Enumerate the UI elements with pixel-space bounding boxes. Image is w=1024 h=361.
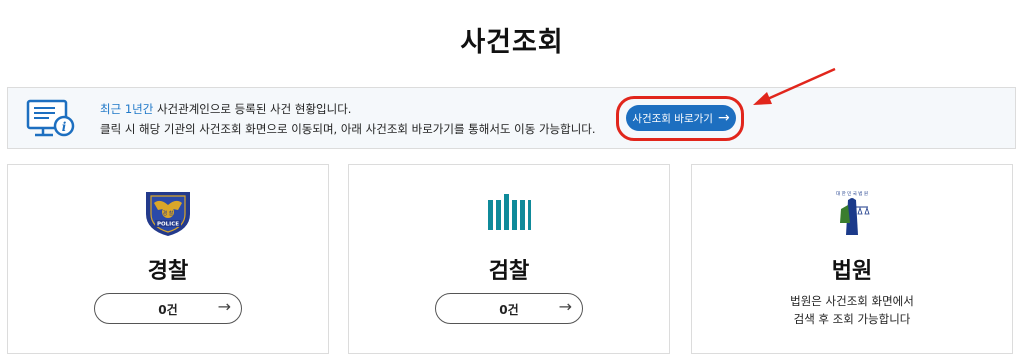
shortcut-label: 사건조회 바로가기 bbox=[632, 112, 713, 125]
police-emblem-icon: 경 찰 POLICE bbox=[146, 192, 190, 236]
svg-text:대 한 민 국 법 원: 대 한 민 국 법 원 bbox=[836, 190, 868, 197]
court-emblem-icon: 대 한 민 국 법 원 bbox=[836, 190, 870, 235]
prosecution-emblem-icon bbox=[488, 194, 531, 230]
info-text-line2: 클릭 시 해당 기관의 사건조회 화면으로 이동되며, 아래 사건조회 바로가기… bbox=[100, 122, 596, 136]
court-desc-line2: 검색 후 조회 가능합니다 bbox=[793, 312, 911, 326]
arrow-right-icon: → bbox=[558, 297, 572, 316]
svg-text:경 찰: 경 찰 bbox=[163, 210, 174, 217]
svg-text:POLICE: POLICE bbox=[157, 222, 179, 228]
court-card: 대 한 민 국 법 원 법원 법원은 사건조회 화면에서 검색 후 조회 가능합… bbox=[691, 164, 1013, 354]
page-title: 사건조회 bbox=[460, 27, 564, 58]
svg-text:i: i bbox=[62, 120, 67, 134]
arrow-right-icon: → bbox=[717, 110, 730, 126]
court-desc-line1: 법원은 사건조회 화면에서 bbox=[790, 294, 914, 308]
monitor-info-icon: i bbox=[26, 99, 75, 137]
arrow-right-icon: → bbox=[217, 297, 231, 316]
prosecution-card[interactable]: 검찰 0건 → bbox=[348, 164, 670, 354]
prosecution-count-button[interactable]: 0건 → bbox=[435, 293, 583, 324]
case-shortcut-button[interactable]: 사건조회 바로가기 → bbox=[626, 105, 736, 131]
info-text-line1: 최근 1년간 사건관계인으로 등록된 사건 현황입니다. bbox=[100, 101, 351, 117]
card-title: 법원 bbox=[831, 259, 873, 284]
card-title: 경찰 bbox=[147, 259, 189, 284]
police-card[interactable]: 경 찰 POLICE 경찰 0건 → bbox=[7, 164, 329, 354]
police-count-button[interactable]: 0건 → bbox=[94, 293, 242, 324]
info-text-rest: 사건관계인으로 등록된 사건 현황입니다. bbox=[153, 102, 352, 116]
info-banner: i 최근 1년간 사건관계인으로 등록된 사건 현황입니다. 클릭 시 해당 기… bbox=[7, 87, 1016, 149]
card-title: 검찰 bbox=[488, 259, 530, 284]
info-highlight: 최근 1년간 bbox=[100, 102, 154, 116]
court-description: 법원은 사건조회 화면에서 검색 후 조회 가능합니다 bbox=[692, 292, 1012, 328]
red-annotation-arrow-icon bbox=[753, 67, 836, 105]
